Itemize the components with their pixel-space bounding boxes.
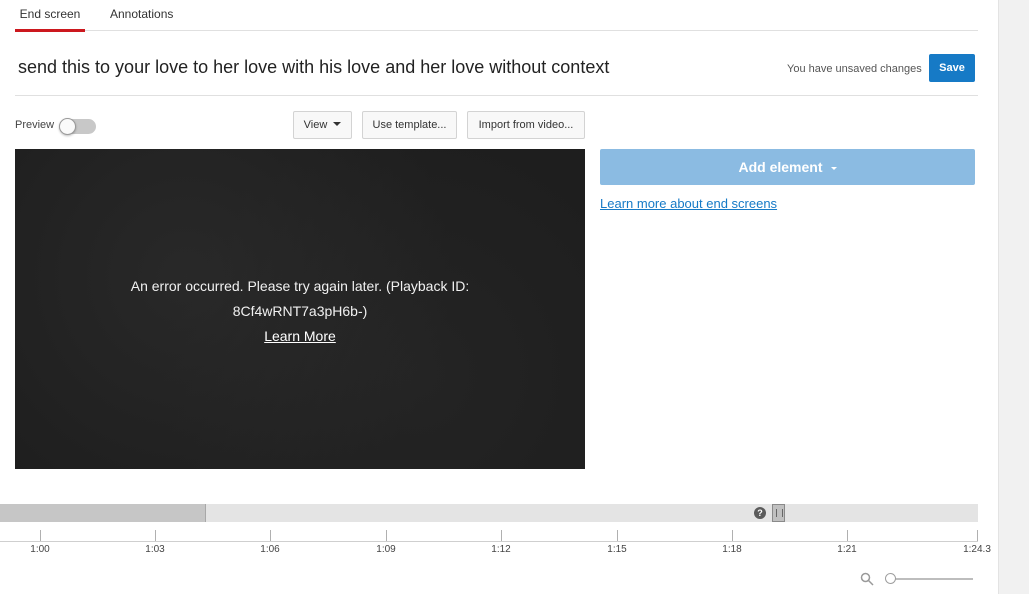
- zoom-icon[interactable]: [860, 572, 874, 586]
- timeline-tick: [386, 530, 387, 541]
- timeline-tick-label: 1:12: [491, 544, 511, 555]
- timeline-tick-label: 1:18: [722, 544, 742, 555]
- learn-more-end-screens-link[interactable]: Learn more about end screens: [600, 196, 777, 211]
- timeline-track[interactable]: [0, 504, 978, 522]
- header-divider: [15, 95, 978, 96]
- tab-annotations[interactable]: Annotations: [110, 0, 173, 31]
- timeline-tick: [732, 530, 733, 541]
- timeline-tick-label: 1:06: [260, 544, 280, 555]
- help-icon[interactable]: ?: [754, 507, 766, 519]
- timeline-tick-label: 1:09: [376, 544, 396, 555]
- timeline-tick: [40, 530, 41, 541]
- timeline-tick: [270, 530, 271, 541]
- use-template-button[interactable]: Use template...: [362, 111, 457, 139]
- error-learn-more-link[interactable]: Learn More: [264, 328, 336, 344]
- video-title: send this to your love to her love with …: [18, 57, 610, 77]
- view-dropdown-button[interactable]: View: [293, 111, 352, 139]
- tab-end-screen[interactable]: End screen: [15, 0, 85, 32]
- add-element-button[interactable]: Add element: [600, 149, 975, 185]
- chevron-down-icon: [333, 122, 342, 127]
- timeline-tick-label: 1:24.3: [963, 544, 991, 555]
- page-right-gutter: [998, 0, 1029, 594]
- import-from-video-button[interactable]: Import from video...: [467, 111, 585, 139]
- player-error-message: An error occurred. Please try again late…: [15, 274, 585, 349]
- timeline-tick: [847, 530, 848, 541]
- timeline-video-segment: [0, 504, 206, 522]
- error-line-1: An error occurred. Please try again late…: [130, 278, 470, 294]
- unsaved-changes-text: You have unsaved changes: [787, 63, 922, 75]
- add-element-label: Add element: [738, 159, 823, 175]
- error-line-2: 8Cf4wRNT7a3pH6b-): [232, 303, 368, 319]
- preview-toggle[interactable]: [59, 118, 96, 135]
- timeline-tick: [155, 530, 156, 541]
- timeline-tick-label: 1:21: [837, 544, 857, 555]
- end-screen-drag-handle[interactable]: [772, 504, 785, 522]
- timeline-ruler: [0, 541, 978, 542]
- editor-tabs: End screen Annotations: [15, 0, 978, 32]
- preview-toggle-knob: [59, 118, 76, 135]
- zoom-slider-track[interactable]: [886, 578, 973, 580]
- video-player[interactable]: An error occurred. Please try again late…: [15, 149, 585, 469]
- chevron-down-icon: [830, 166, 837, 170]
- timeline-tick-label: 1:00: [30, 544, 50, 555]
- timeline-tick-label: 1:03: [145, 544, 165, 555]
- zoom-slider-knob[interactable]: [885, 573, 896, 584]
- timeline-tick: [977, 530, 978, 541]
- preview-label: Preview: [15, 119, 55, 131]
- timeline-tick-label: 1:15: [607, 544, 627, 555]
- save-button[interactable]: Save: [929, 54, 975, 82]
- timeline-tick: [501, 530, 502, 541]
- timeline-tick: [617, 530, 618, 541]
- view-button-label: View: [303, 119, 328, 131]
